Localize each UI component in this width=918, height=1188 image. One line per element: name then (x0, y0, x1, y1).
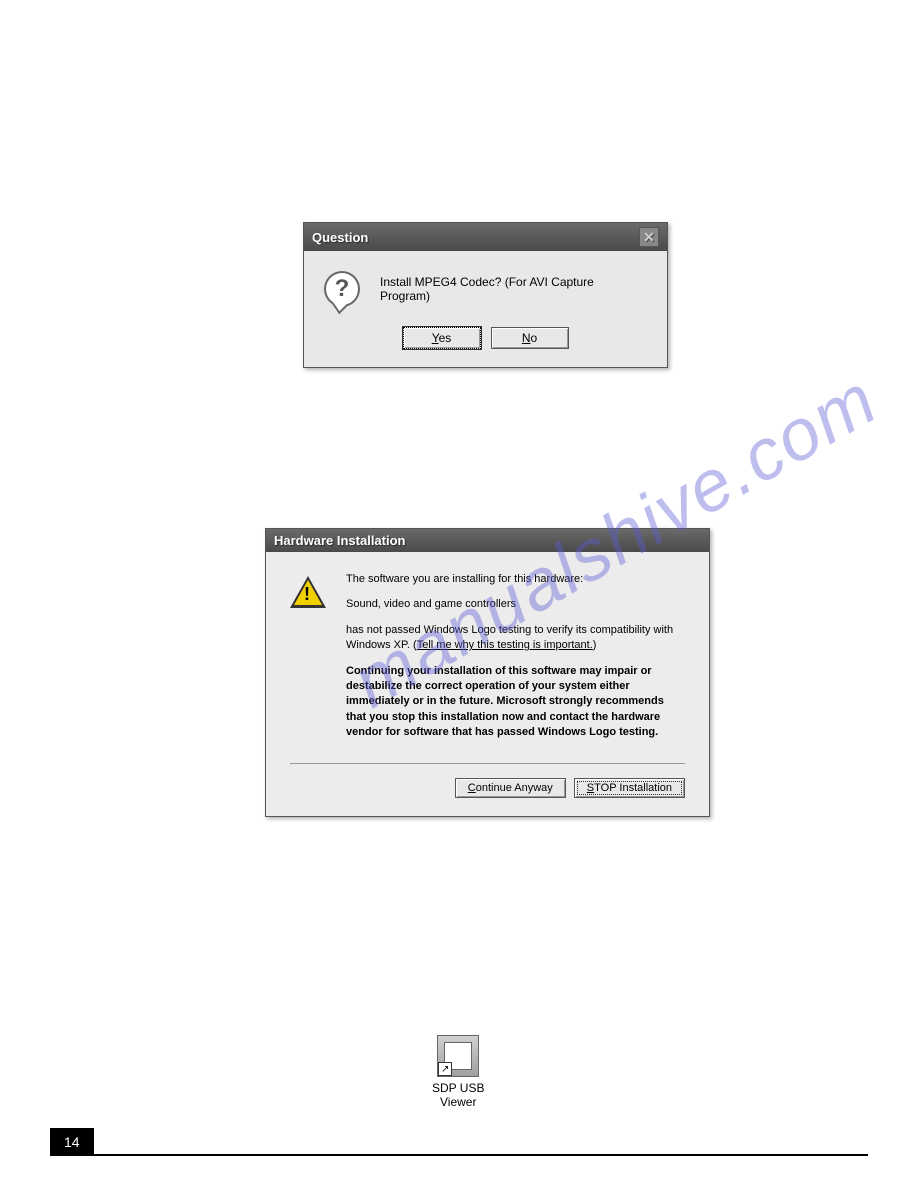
warning-icon: ! (290, 576, 326, 608)
hw-divider (290, 763, 685, 764)
hardware-title: Hardware Installation (274, 533, 405, 548)
yes-button[interactable]: Yes (403, 327, 481, 349)
hw-warning-close: ) (593, 639, 597, 651)
question-dialog: Question ✕ ? Install MPEG4 Codec? (For A… (303, 222, 668, 368)
question-buttons: Yes No (304, 327, 667, 367)
hardware-dialog: Hardware Installation ! The software you… (265, 528, 710, 817)
close-button[interactable]: ✕ (639, 227, 659, 247)
shortcut-label: SDP USB Viewer (432, 1081, 484, 1110)
footer-line (94, 1154, 868, 1156)
page-number: 14 (50, 1128, 94, 1156)
hw-link[interactable]: Tell me why this testing is important. (417, 639, 593, 651)
question-title: Question (312, 230, 368, 245)
question-message: Install MPEG4 Codec? (For AVI Capture Pr… (380, 275, 647, 303)
continue-anyway-button[interactable]: Continue Anyway (455, 778, 566, 798)
stop-installation-button[interactable]: STOP Installation (574, 778, 685, 798)
yes-underline: Y (432, 331, 439, 345)
continue-u: C (468, 782, 476, 794)
continue-rest: ontinue Anyway (476, 782, 553, 794)
hardware-body: ! The software you are installing for th… (266, 552, 709, 816)
shortcut-icon: ↗ (437, 1035, 479, 1077)
no-rest: o (530, 331, 537, 345)
question-icon: ? (324, 271, 360, 307)
page-footer: 14 (50, 1128, 868, 1156)
shortcut-label-line2: Viewer (432, 1095, 484, 1109)
hw-device: Sound, video and game controllers (346, 597, 685, 612)
hw-intro: The software you are installing for this… (346, 572, 685, 587)
shortcut-label-line1: SDP USB (432, 1081, 484, 1095)
shortcut-arrow-icon: ↗ (438, 1062, 452, 1076)
hw-bold-warning: Continuing your installation of this sof… (346, 664, 685, 741)
stop-rest: TOP Installation (594, 782, 672, 794)
no-button[interactable]: No (491, 327, 569, 349)
hardware-titlebar: Hardware Installation (266, 529, 709, 552)
sdp-usb-viewer-shortcut[interactable]: ↗ SDP USB Viewer (432, 1035, 484, 1110)
question-body: ? Install MPEG4 Codec? (For AVI Capture … (304, 251, 667, 327)
hardware-buttons: Continue Anyway STOP Installation (290, 778, 685, 798)
yes-rest: es (439, 331, 452, 345)
hardware-top: ! The software you are installing for th… (290, 572, 685, 751)
hardware-content: The software you are installing for this… (346, 572, 685, 751)
hw-warning-para: has not passed Windows Logo testing to v… (346, 623, 685, 654)
question-titlebar: Question ✕ (304, 223, 667, 251)
close-icon: ✕ (643, 229, 655, 246)
